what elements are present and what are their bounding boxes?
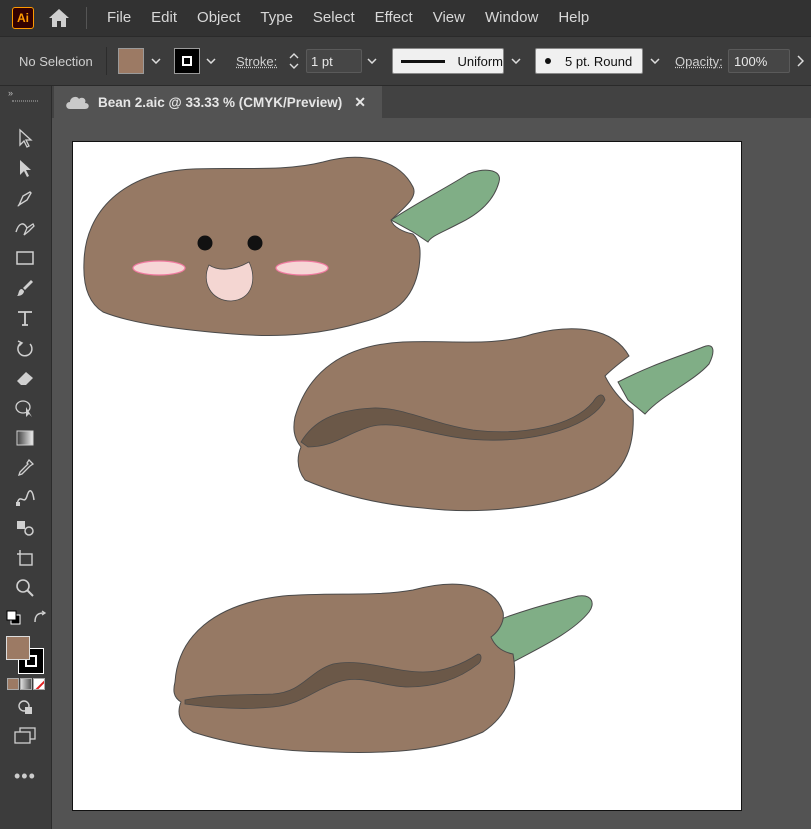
- profile-line-preview: [401, 59, 446, 63]
- right-eye: [247, 235, 263, 251]
- chevron-right-icon[interactable]: [789, 49, 811, 73]
- chevron-down-icon[interactable]: [361, 49, 383, 73]
- swap-fill-stroke-icon[interactable]: [32, 610, 48, 626]
- eyedropper-tool-icon[interactable]: [12, 456, 38, 480]
- shape-builder-tool-icon[interactable]: [12, 396, 38, 420]
- color-mode-icon[interactable]: [7, 678, 19, 690]
- menu-effect[interactable]: Effect: [365, 0, 423, 36]
- opacity-label[interactable]: Opacity:: [675, 54, 723, 69]
- rotate-tool-icon[interactable]: [12, 336, 38, 360]
- fill-color-swatch[interactable]: [118, 48, 144, 74]
- chevron-down-icon[interactable]: [505, 49, 527, 73]
- menu-bar: Ai File Edit Object Type Select Effect V…: [0, 0, 811, 36]
- variable-width-profile[interactable]: Uniform: [392, 48, 504, 74]
- selection-tool-icon[interactable]: [12, 126, 38, 150]
- none-mode-icon[interactable]: [33, 678, 45, 690]
- opacity-value: 100%: [734, 53, 768, 69]
- chevron-down-icon[interactable]: [644, 49, 666, 73]
- menu-select[interactable]: Select: [303, 0, 365, 36]
- menu-separator: [86, 7, 87, 29]
- tools-panel: » •••: [0, 86, 52, 829]
- symbol-sprayer-tool-icon[interactable]: [12, 516, 38, 540]
- edit-toolbar-icon[interactable]: •••: [14, 766, 36, 787]
- home-icon[interactable]: [44, 3, 74, 33]
- artwork: [83, 156, 714, 753]
- screen-mode-icon[interactable]: [12, 726, 38, 746]
- fill-color-box[interactable]: [6, 636, 30, 660]
- document-tab-bar: Bean 2.aic @ 33.33 % (CMYK/Preview) ✕: [0, 86, 811, 118]
- menu-object[interactable]: Object: [187, 0, 250, 36]
- cloud-icon: [64, 94, 90, 110]
- app-logo[interactable]: Ai: [12, 7, 34, 29]
- default-fill-stroke-icon[interactable]: [6, 610, 22, 626]
- stroke-label[interactable]: Stroke:: [236, 54, 277, 69]
- control-divider: [106, 47, 107, 75]
- menu-help[interactable]: Help: [548, 0, 599, 36]
- bean-face-group: [83, 156, 500, 336]
- drawing-mode-icon[interactable]: [16, 698, 36, 716]
- document-title: Bean 2.aic @ 33.33 % (CMYK/Preview): [98, 94, 343, 110]
- rectangle-tool-icon[interactable]: [12, 246, 38, 270]
- curvature-tool-icon[interactable]: [12, 216, 38, 240]
- brush-dot-icon: [545, 58, 551, 64]
- chevron-down-icon[interactable]: [145, 49, 167, 73]
- zoom-tool-icon[interactable]: [12, 576, 38, 600]
- artboard[interactable]: [72, 141, 742, 811]
- menu-view[interactable]: View: [423, 0, 475, 36]
- eraser-tool-icon[interactable]: [12, 366, 38, 390]
- opacity-input[interactable]: 100%: [728, 49, 790, 73]
- brush-label: 5 pt. Round: [565, 53, 633, 69]
- selection-status: No Selection: [19, 54, 93, 69]
- collapse-panel-icon[interactable]: »: [8, 88, 13, 98]
- left-blush: [132, 260, 186, 276]
- menu-file[interactable]: File: [97, 0, 141, 36]
- paintbrush-tool-icon[interactable]: [12, 276, 38, 300]
- chevron-down-icon[interactable]: [200, 49, 222, 73]
- stroke-stepper[interactable]: [284, 48, 304, 74]
- panel-grip[interactable]: [12, 100, 38, 102]
- close-icon[interactable]: ✕: [354, 94, 366, 111]
- brush-definition[interactable]: 5 pt. Round: [535, 48, 643, 74]
- direct-selection-tool-icon[interactable]: [12, 156, 38, 180]
- menu-edit[interactable]: Edit: [141, 0, 187, 36]
- menu-window[interactable]: Window: [475, 0, 548, 36]
- stroke-weight-value: 1 pt: [311, 53, 333, 69]
- type-tool-icon[interactable]: [12, 306, 38, 330]
- pen-tool-icon[interactable]: [12, 186, 38, 210]
- right-blush: [275, 260, 329, 276]
- gradient-mode-icon[interactable]: [20, 678, 32, 690]
- stroke-weight-input[interactable]: 1 pt: [306, 49, 362, 73]
- gradient-tool-icon[interactable]: [12, 426, 38, 450]
- bean-2-group: [293, 328, 714, 512]
- blend-tool-icon[interactable]: [12, 486, 38, 510]
- profile-label: Uniform: [457, 53, 503, 69]
- artboard-tool-icon[interactable]: [12, 546, 38, 570]
- sprout-2: [617, 345, 714, 415]
- control-bar: No Selection Stroke: 1 pt Uniform 5 pt. …: [0, 36, 811, 86]
- bean-3-group: [173, 583, 593, 753]
- stroke-color-swatch[interactable]: [174, 48, 200, 74]
- left-eye: [197, 235, 213, 251]
- document-tab[interactable]: Bean 2.aic @ 33.33 % (CMYK/Preview) ✕: [54, 86, 382, 118]
- menu-type[interactable]: Type: [250, 0, 303, 36]
